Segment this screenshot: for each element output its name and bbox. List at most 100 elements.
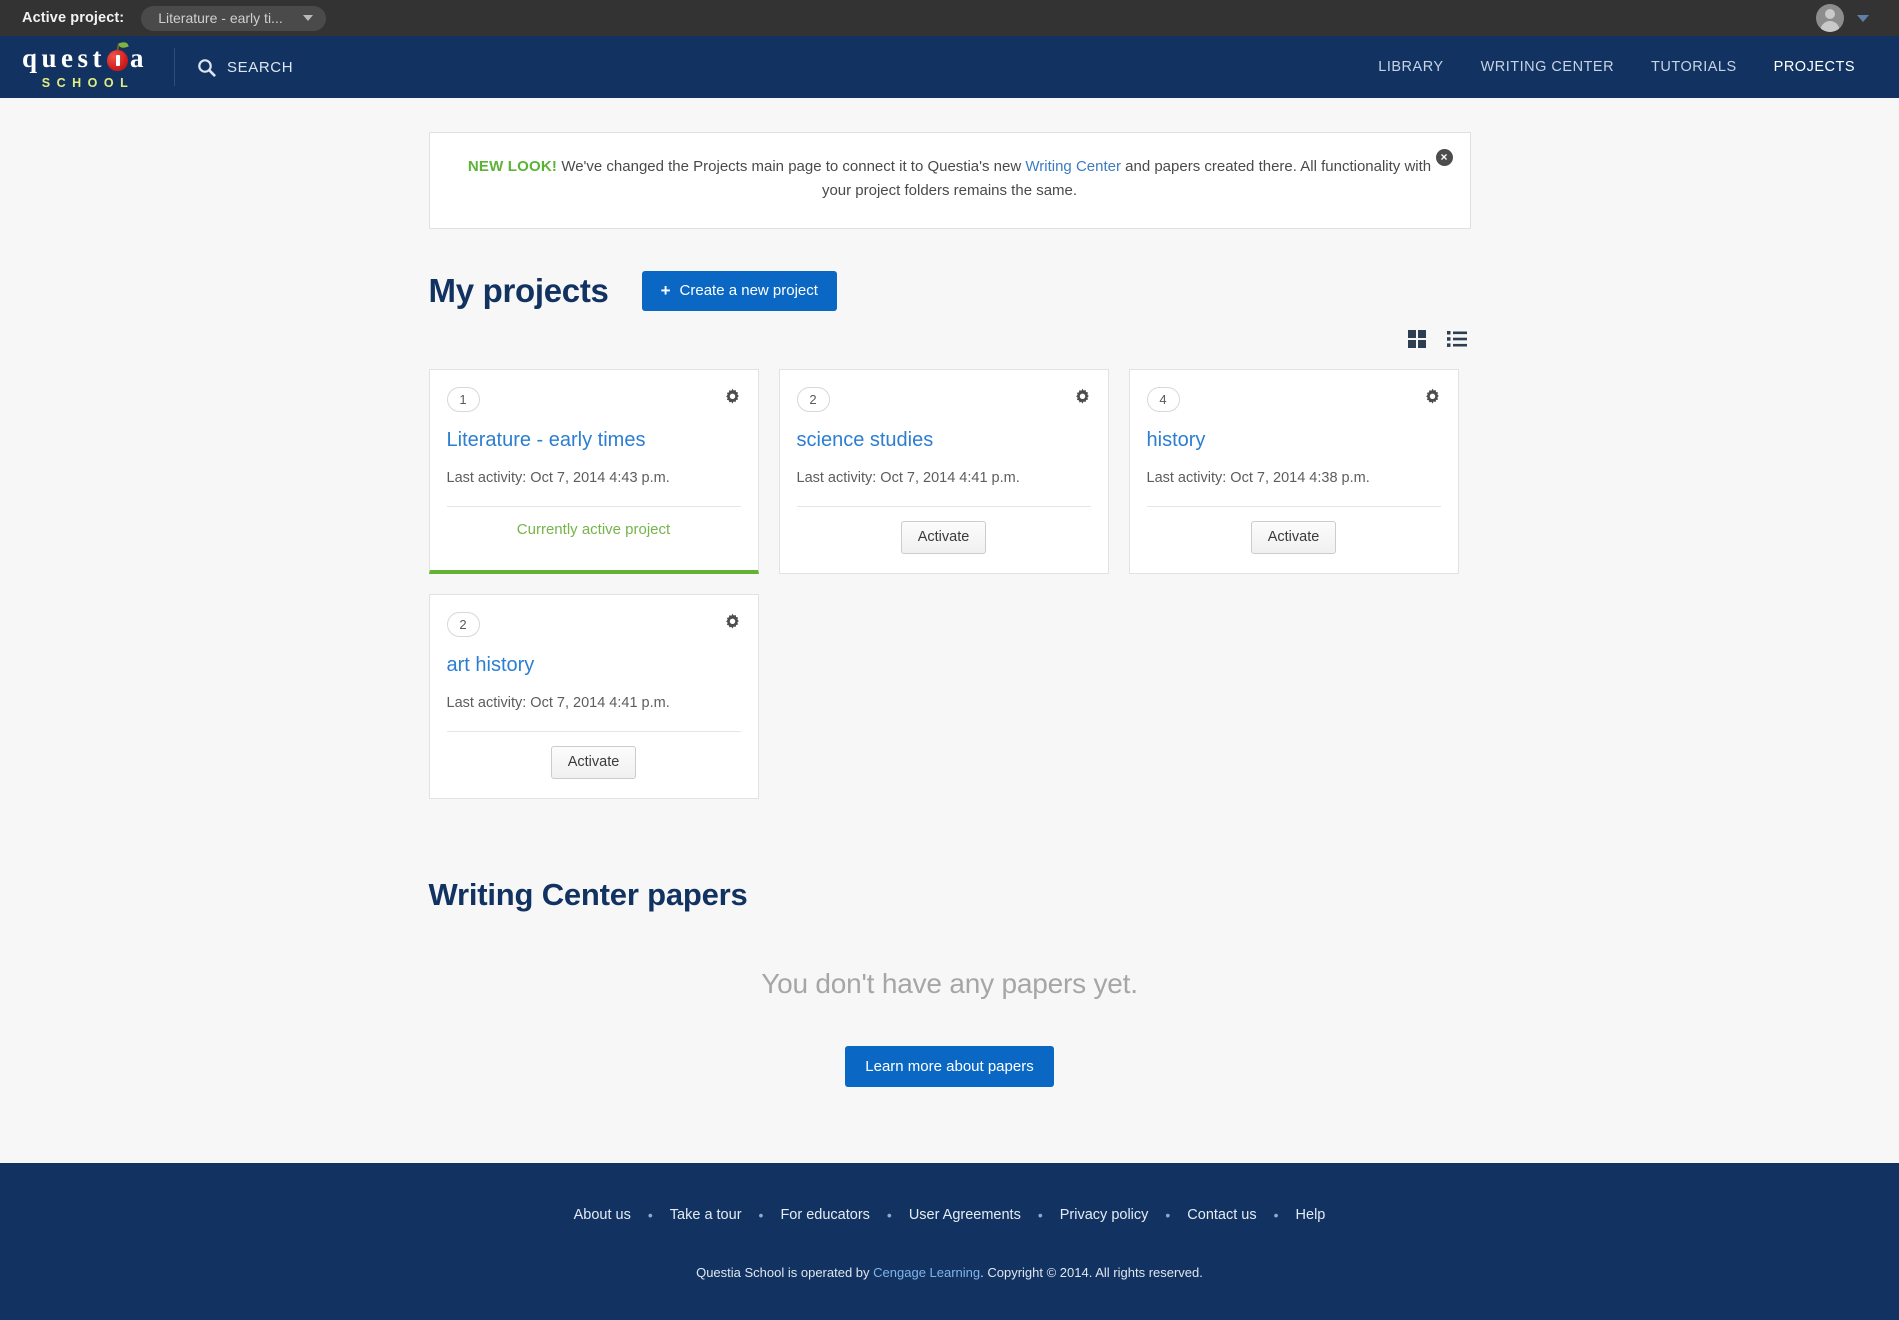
avatar[interactable]: [1816, 4, 1844, 32]
nav-item-projects[interactable]: PROJECTS: [1774, 59, 1855, 75]
project-card-footer: Currently active project: [446, 505, 741, 558]
project-card[interactable]: 2 art history Last activity: Oct 7, 2014…: [428, 593, 759, 799]
topbar-account-area: [1816, 4, 1877, 32]
footer-link-help[interactable]: Help: [1296, 1207, 1326, 1223]
nav-item-tutorials[interactable]: TUTORIALS: [1651, 59, 1737, 75]
footer-link-privacy-policy[interactable]: Privacy policy: [1060, 1207, 1149, 1223]
learn-more-about-papers-button[interactable]: Learn more about papers: [845, 1045, 1054, 1087]
papers-section-title: Writing Center papers: [428, 876, 748, 912]
grid-view-button[interactable]: [1407, 329, 1426, 348]
project-title-link[interactable]: Literature - early times: [447, 429, 741, 452]
gear-glyph: [1425, 388, 1439, 404]
footer-link-take-a-tour[interactable]: Take a tour: [670, 1207, 742, 1223]
project-title-link[interactable]: history: [1147, 429, 1441, 452]
footer-copyright: Questia School is operated by Cengage Le…: [0, 1265, 1899, 1280]
gear-glyph: [1075, 388, 1089, 404]
project-card-header: 2: [446, 611, 741, 637]
top-utility-bar: Active project: Literature - early ti...: [0, 0, 1899, 36]
project-card-header: 2: [796, 386, 1091, 412]
copyright-text-before: Questia School is operated by: [696, 1264, 870, 1280]
gear-glyph: [725, 613, 739, 629]
search-button[interactable]: SEARCH: [197, 58, 293, 77]
site-footer: About us • Take a tour • For educators •…: [0, 1162, 1899, 1320]
projects-grid: 1 Literature - early times Last activity…: [428, 368, 1471, 799]
footer-separator: •: [886, 1206, 892, 1223]
projects-section-header: My projects + Create a new project: [428, 270, 1471, 311]
banner-headline: NEW LOOK!: [467, 158, 558, 175]
footer-link-user-agreements[interactable]: User Agreements: [909, 1207, 1021, 1223]
footer-separator: •: [758, 1206, 764, 1223]
chevron-down-icon[interactable]: [1857, 14, 1869, 22]
search-icon: [198, 58, 216, 77]
project-card-footer: Activate: [796, 505, 1091, 573]
plus-icon: +: [660, 280, 671, 300]
list-icon: [1446, 330, 1467, 347]
footer-links: About us • Take a tour • For educators •…: [0, 1207, 1899, 1223]
logo-wordmark: ques t a: [22, 40, 149, 73]
status-badge: Currently active project: [516, 520, 671, 538]
gear-icon[interactable]: [724, 613, 741, 630]
nav-item-writing-center[interactable]: WRITING CENTER: [1481, 59, 1614, 75]
project-count-badge: 1: [446, 386, 480, 412]
footer-link-contact-us[interactable]: Contact us: [1187, 1207, 1256, 1223]
active-project-dropdown[interactable]: Literature - early ti...: [141, 5, 327, 31]
grid-icon: [1407, 329, 1426, 348]
project-title-link[interactable]: art history: [447, 654, 741, 677]
banner-writing-center-link[interactable]: Writing Center: [1025, 158, 1121, 175]
nav-divider: [174, 48, 176, 86]
chevron-down-icon: [303, 15, 314, 21]
main-navbar: ques t a SCHOOL SEARCH LIBRARY WRITING CEN…: [0, 36, 1899, 98]
project-card-header: 4: [1146, 386, 1441, 412]
active-project-label: Active project:: [22, 10, 125, 26]
nav-links: LIBRARY WRITING CENTER TUTORIALS PROJECT…: [1378, 59, 1877, 75]
logo-text-t: t: [92, 42, 107, 73]
footer-separator: •: [1037, 1206, 1043, 1223]
footer-link-for-educators[interactable]: For educators: [780, 1207, 869, 1223]
logo-text-a: a: [130, 42, 149, 73]
project-count-badge: 2: [446, 611, 480, 637]
activate-button[interactable]: Activate: [900, 520, 987, 554]
close-icon[interactable]: ×: [1435, 149, 1453, 166]
papers-empty-message: You don't have any papers yet.: [761, 967, 1138, 999]
project-card[interactable]: 1 Literature - early times Last activity…: [428, 368, 759, 574]
page-title: My projects: [428, 271, 609, 309]
create-new-project-label: Create a new project: [679, 281, 818, 299]
project-card[interactable]: 4 history Last activity: Oct 7, 2014 4:3…: [1128, 368, 1459, 574]
activate-button[interactable]: Activate: [550, 745, 637, 779]
search-label: SEARCH: [227, 58, 294, 76]
logo-text-ques: ques: [22, 42, 93, 73]
questia-school-logo[interactable]: ques t a SCHOOL: [22, 40, 149, 90]
cengage-learning-link[interactable]: Cengage Learning: [873, 1265, 980, 1280]
view-toggle: [429, 329, 1471, 348]
project-card-header: 1: [446, 386, 741, 412]
gear-icon[interactable]: [724, 388, 741, 405]
project-last-activity: Last activity: Oct 7, 2014 4:43 p.m.: [446, 469, 670, 486]
project-count-badge: 2: [796, 386, 830, 412]
project-count-badge: 4: [1146, 386, 1180, 412]
active-project-value: Literature - early ti...: [158, 10, 283, 26]
copyright-text-after: . Copyright © 2014. All rights reserved.: [980, 1264, 1203, 1280]
learn-more-wrapper: Learn more about papers: [429, 1045, 1471, 1163]
project-card-footer: Activate: [1146, 505, 1441, 573]
content-container: NEW LOOK! We've changed the Projects mai…: [428, 132, 1471, 1163]
footer-link-about-us[interactable]: About us: [574, 1207, 631, 1223]
project-title-link[interactable]: science studies: [797, 429, 1091, 452]
project-last-activity: Last activity: Oct 7, 2014 4:41 p.m.: [796, 469, 1020, 486]
nav-item-library[interactable]: LIBRARY: [1378, 59, 1443, 75]
project-card-footer: Activate: [446, 730, 741, 798]
list-view-button[interactable]: [1446, 330, 1467, 348]
gear-icon[interactable]: [1424, 388, 1441, 405]
activate-button[interactable]: Activate: [1250, 520, 1337, 554]
footer-separator: •: [647, 1206, 653, 1223]
footer-separator: •: [1273, 1206, 1279, 1223]
new-look-banner: NEW LOOK! We've changed the Projects mai…: [428, 132, 1471, 229]
logo-subtitle: SCHOOL: [41, 75, 135, 90]
banner-text-before: We've changed the Projects main page to …: [561, 158, 1022, 175]
footer-separator: •: [1165, 1206, 1171, 1223]
project-card[interactable]: 2 science studies Last activity: Oct 7, …: [778, 368, 1109, 574]
gear-icon[interactable]: [1074, 388, 1091, 405]
create-new-project-button[interactable]: + Create a new project: [641, 270, 837, 311]
banner-message: NEW LOOK! We've changed the Projects mai…: [460, 155, 1440, 204]
apple-icon: [107, 40, 129, 72]
project-last-activity: Last activity: Oct 7, 2014 4:38 p.m.: [1146, 469, 1370, 486]
